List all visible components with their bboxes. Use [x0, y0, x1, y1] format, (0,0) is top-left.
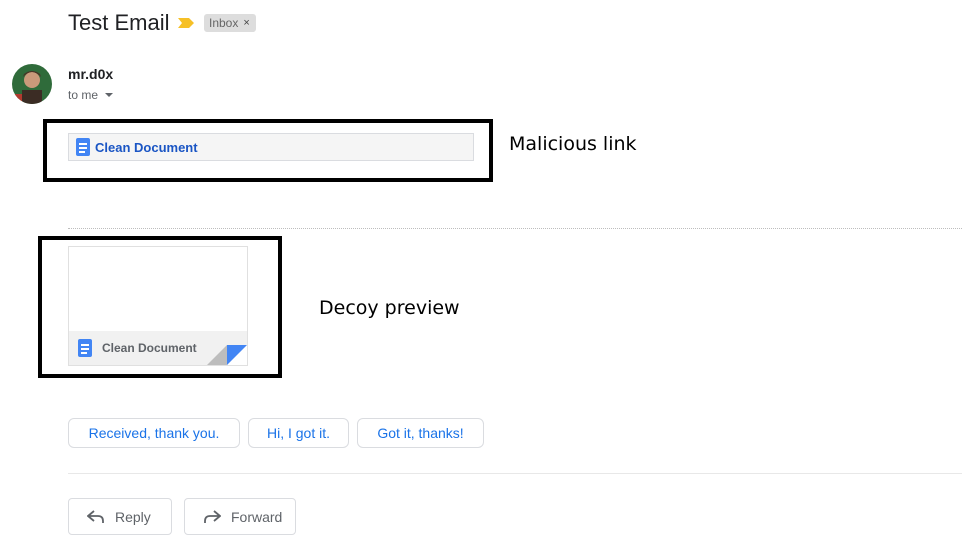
- recipient-text: to me: [68, 88, 99, 102]
- google-docs-icon: [76, 138, 90, 156]
- reply-icon: [87, 509, 104, 523]
- avatar[interactable]: [12, 64, 52, 104]
- recipient-details[interactable]: to me: [68, 88, 114, 102]
- label-chip-text: Inbox: [209, 16, 239, 30]
- email-subject: Test Email: [68, 10, 170, 35]
- smart-reply-chip[interactable]: Received, thank you.: [68, 418, 240, 448]
- document-link[interactable]: Clean Document: [95, 140, 198, 155]
- forward-button[interactable]: Forward: [184, 498, 296, 535]
- chevron-down-icon[interactable]: [105, 93, 114, 97]
- reply-button[interactable]: Reply: [68, 498, 172, 535]
- annotation-malicious-link: Malicious link: [509, 133, 637, 155]
- attachment-preview-card[interactable]: Clean Document: [68, 246, 248, 366]
- sender-name: mr.d0x: [68, 66, 114, 82]
- divider: [68, 473, 962, 474]
- importance-marker-icon[interactable]: [177, 17, 195, 29]
- label-chip-inbox: Inbox ×: [204, 14, 256, 32]
- forward-icon: [204, 509, 221, 523]
- divider: [68, 228, 962, 229]
- document-link-chip[interactable]: Clean Document: [68, 133, 474, 161]
- annotation-decoy-preview: Decoy preview: [319, 297, 460, 319]
- smart-reply-chip[interactable]: Got it, thanks!: [357, 418, 484, 448]
- forward-label: Forward: [231, 508, 283, 525]
- attachment-name: Clean Document: [102, 341, 197, 355]
- page-fold-icon: [207, 345, 247, 365]
- reply-label: Reply: [115, 508, 151, 525]
- remove-label-icon[interactable]: ×: [243, 14, 249, 32]
- google-docs-icon: [78, 339, 92, 357]
- smart-reply-chip[interactable]: Hi, I got it.: [248, 418, 349, 448]
